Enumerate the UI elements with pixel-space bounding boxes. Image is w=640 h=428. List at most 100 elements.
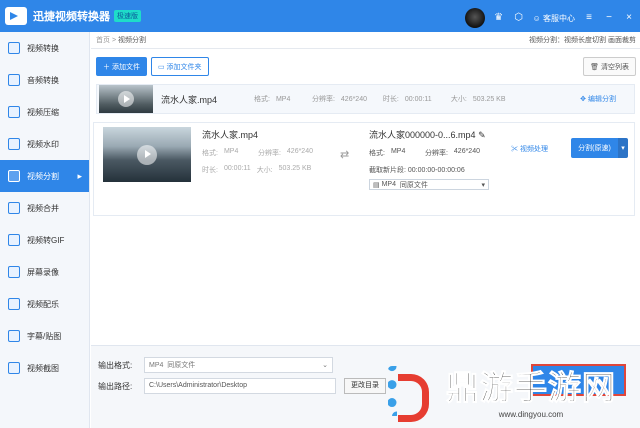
resolution-value: 426*240 [286,148,313,155]
output-format-row: 输出格式: MP4 同原文件 ⌄ [98,357,333,373]
output-path-row: 输出路径: C:\Users\Administrator\Desktop 更改目… [98,378,386,394]
video-preview[interactable] [103,127,191,182]
avatar[interactable] [464,8,485,28]
sidebar-label: 视频配乐 [27,299,59,309]
change-directory-button[interactable]: 更改目录 [344,378,386,394]
split-icon [8,170,20,182]
sidebar-item-video-compress[interactable]: 视频压缩 [0,96,89,128]
watermark-icon [8,138,20,150]
watermark: 鼎游手游网 www.dingyou.com [388,355,633,425]
toolbar: ＋ 添加文件 ▭ 添加文件夹 🗑 清空列表 [91,49,640,84]
cut-segment-info: 截取新片段: 00:00:00-00:00:06 [369,167,465,174]
format-label: 格式: [202,150,218,157]
help-label: 客服中心 [543,13,575,23]
pencil-icon[interactable]: ✎ [478,130,486,140]
audio-convert-icon [8,74,20,86]
size-value: 503.25 KB [278,165,312,172]
add-file-button[interactable]: ＋ 添加文件 [96,57,147,76]
shuffle-icon: ⇄ [340,149,350,161]
duration-value: 00:00:11 [223,165,251,172]
clear-list-button[interactable]: 🗑 清空列表 [583,57,636,76]
split-detail-panel: 流水人家.mp4 格式: MP4 分辨率: 426*240 时长: 00:00:11 大小… [93,122,635,216]
duration-value: 00:00:11 [404,95,432,103]
file-name: 流水人家.mp4 [161,94,218,105]
format-label: 格式: [369,150,385,157]
output-format-select[interactable]: ▤ MP4 同原文件 ▾ [369,179,489,190]
edit-split-link[interactable]: ✥ 编辑分割 [580,94,616,104]
crown-icon[interactable]: ♛ [493,12,505,24]
format-select-value2: 同原文件 [399,181,428,189]
output-format-dropdown[interactable]: MP4 同原文件 ⌄ [144,357,333,373]
format-value: MP4 [390,148,406,155]
trash-icon: 🗑 [590,63,600,71]
merge-icon [8,202,20,214]
sidebar-item-screen-record[interactable]: 屏幕录像 [0,256,89,288]
app-logo-icon [5,7,27,25]
size-label: 大小: [450,96,467,103]
sidebar-label: 视频分割 [27,171,59,181]
resolution-label: 分辨率: [257,150,281,157]
menu-icon[interactable]: ≡ [583,12,595,24]
output-path-field[interactable]: C:\Users\Administrator\Desktop [144,378,336,394]
output-format-value2: 同原文件 [167,362,196,369]
sidebar-item-video-music[interactable]: 视频配乐 [0,288,89,320]
close-icon[interactable]: × [623,12,635,24]
sidebar-item-video-split[interactable]: 视频分割 ▸ [0,160,89,192]
sidebar-item-audio-convert[interactable]: 音频转换 [0,64,89,96]
scissors-icon: ✂ [511,146,518,153]
format-select-value: MP4 [381,181,396,188]
help-center-link[interactable]: ☺ 客服中心 [533,13,575,24]
output-format-value: MP4 [149,361,164,369]
breadcrumb-home[interactable]: 首页 [96,35,110,45]
sidebar-item-video-to-gif[interactable]: 视频转GIF [0,224,89,256]
edit-split-label: 编辑分割 [588,96,616,103]
sidebar-item-video-watermark[interactable]: 视频水印 [0,128,89,160]
sidebar-item-video-convert[interactable]: 视频转换 [0,32,89,64]
output-format-label: 输出格式: [98,360,133,370]
sidebar-label: 视频压缩 [27,107,59,117]
sidebar-label: 视频截图 [27,363,59,373]
chevron-down-icon: ▾ [621,145,625,152]
breadcrumb-current: 视频分割 [118,37,146,44]
sidebar-item-video-merge[interactable]: 视频合并 [0,192,89,224]
format-label: 格式: [254,96,270,103]
sidebar-label: 屏幕录像 [27,267,59,277]
chevron-down-icon: ▾ [481,181,485,189]
resolution-label: 分辨率: [424,150,448,157]
sidebar-label: 视频转换 [27,43,59,53]
sidebar-label: 视频转GIF [27,235,65,245]
output-file-name[interactable]: 流水人家000000-0...6.mp4 ✎ [369,128,519,141]
play-icon[interactable] [118,91,134,107]
split-dropdown-button[interactable]: ▾ [618,138,628,158]
video-process-link[interactable]: ✂ 视频处理 [511,144,548,154]
minimize-icon[interactable]: − [603,12,615,24]
sidebar-item-subtitle[interactable]: 字幕/贴图 [0,320,89,352]
app-title: 迅捷视频转换器 [33,11,110,23]
sidebar-item-video-screenshot[interactable]: 视频截图 [0,352,89,384]
compress-icon [8,106,20,118]
sidebar-label: 视频水印 [27,139,59,149]
size-value: 503.25 KB [472,95,506,103]
format-value: MP4 [275,95,291,103]
plus-icon: ＋ [103,63,110,71]
add-folder-button[interactable]: ▭ 添加文件夹 [150,57,209,76]
clear-list-label: 清空列表 [601,63,629,71]
video-thumbnail[interactable] [99,85,153,113]
output-name-text: 流水人家000000-0...6.mp4 [369,130,476,140]
gif-icon [8,234,20,246]
sidebar-label: 字幕/贴图 [27,331,62,341]
file-row[interactable]: 流水人家.mp4 格式: MP4 分辨率: 426*240 时长: 00:00:11 … [96,84,635,114]
breadcrumb-sep: > [111,36,117,44]
edition-badge: 极速版 [114,10,141,22]
output-info: 流水人家000000-0...6.mp4 ✎ 格式: MP4 分辨率: 426*240… [369,128,519,190]
watermark-url: www.dingyou.com [498,410,564,419]
split-edit-icon: ✥ [580,96,587,103]
resolution-value: 426*240 [453,148,480,155]
chat-icon: ☺ [532,13,541,23]
duration-label: 时长: [382,96,399,103]
screen-record-icon [8,266,20,278]
play-icon[interactable] [137,144,157,165]
split-button[interactable]: 分割(原速) [571,138,618,158]
screenshot-icon [8,362,20,374]
shield-icon[interactable]: ⬡ [513,12,525,24]
